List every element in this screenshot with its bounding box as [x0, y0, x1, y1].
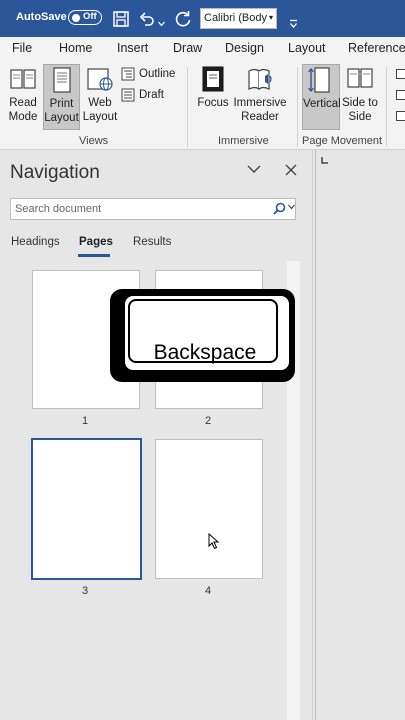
redo-icon[interactable]: [174, 9, 192, 29]
focus-button[interactable]: Focus: [196, 65, 230, 110]
tab-references[interactable]: References: [348, 41, 405, 55]
save-icon[interactable]: [113, 9, 129, 29]
ribbon-view: Read Mode Print Layout Web Layout Outlin…: [0, 61, 405, 150]
search-input[interactable]: [15, 201, 265, 217]
vertical-icon: [308, 67, 330, 93]
show-checkbox[interactable]: [396, 90, 405, 100]
search-icon[interactable]: [273, 202, 286, 215]
key-face: Backspace: [128, 299, 278, 364]
tab-stop-icon[interactable]: [320, 156, 329, 165]
draft-label: Draft: [139, 89, 164, 102]
customize-toolbar-icon[interactable]: [289, 14, 298, 34]
tab-results[interactable]: Results: [133, 236, 171, 248]
immersive-group-label: Immersive: [218, 135, 269, 147]
vertical-label: Vertical: [303, 98, 341, 110]
views-group-label: Views: [79, 135, 109, 147]
web-layout-icon: [87, 68, 113, 91]
undo-icon[interactable]: [139, 9, 155, 29]
print-layout-button[interactable]: Print Layout: [43, 64, 80, 130]
font-name-box[interactable]: Calibri (Body ▾: [200, 8, 277, 29]
tab-draw[interactable]: Draw: [173, 41, 202, 55]
draft-button[interactable]: Draft: [121, 88, 164, 104]
navigation-pane: Navigation Headings Pages Results 1 2 3 …: [0, 150, 312, 720]
vertical-button[interactable]: Vertical: [302, 64, 341, 130]
immersive-reader-button[interactable]: Immersive Reader: [233, 65, 287, 124]
read-mode-icon: [10, 69, 36, 89]
page-edge: [315, 150, 316, 720]
close-icon[interactable]: [285, 164, 297, 176]
outline-button[interactable]: Outline: [121, 67, 175, 83]
page-number: 4: [204, 585, 212, 597]
tab-home[interactable]: Home: [59, 41, 92, 55]
immersive-reader-icon: [248, 68, 272, 91]
read-mode-label: Read Mode: [8, 97, 38, 123]
tab-design[interactable]: Design: [225, 41, 264, 55]
page-number: 3: [81, 585, 89, 597]
focus-icon: [202, 66, 224, 92]
autosave-label: AutoSave: [16, 11, 67, 23]
ribbon-tabs: File Home Insert Draw Design Layout Refe…: [0, 37, 405, 61]
key-cap: Backspace: [123, 294, 291, 372]
side-to-side-button[interactable]: Side to Side: [342, 65, 378, 124]
document-area[interactable]: [312, 150, 405, 720]
search-box[interactable]: [10, 198, 296, 220]
autosave-toggle[interactable]: Off: [68, 10, 102, 25]
print-layout-label: Print Layout: [44, 98, 79, 124]
autosave-state: Off: [83, 11, 97, 22]
page-number: 1: [81, 415, 89, 427]
group-divider: [187, 67, 188, 147]
page-thumbnail[interactable]: [155, 439, 263, 579]
key-label: Backspace: [153, 341, 257, 364]
group-divider: [386, 67, 387, 147]
web-layout-label: Web Layout: [82, 97, 118, 123]
undo-dropdown-icon[interactable]: [158, 14, 165, 34]
draft-icon: [121, 88, 135, 102]
mouse-cursor-icon: [208, 533, 220, 550]
print-layout-icon: [52, 67, 71, 93]
navigation-title: Navigation: [10, 162, 100, 183]
web-layout-button[interactable]: Web Layout: [82, 65, 118, 124]
side-to-side-icon: [347, 68, 373, 88]
keypress-overlay: Backspace: [110, 289, 295, 382]
page-movement-group-label: Page Movement: [302, 135, 383, 147]
outline-label: Outline: [139, 68, 176, 81]
tab-insert[interactable]: Insert: [117, 41, 148, 55]
side-to-side-label: Side to Side: [342, 97, 378, 123]
search-options-icon[interactable]: [288, 204, 295, 210]
show-checkbox[interactable]: [396, 69, 405, 79]
title-bar: AutoSave Off Calibri (Body ▾: [0, 0, 405, 37]
chevron-down-icon[interactable]: [247, 164, 261, 174]
tab-file[interactable]: File: [12, 41, 32, 55]
tab-layout[interactable]: Layout: [288, 41, 326, 55]
group-divider: [297, 67, 298, 147]
chevron-down-icon: ▾: [268, 13, 273, 22]
tab-headings[interactable]: Headings: [11, 236, 60, 248]
read-mode-button[interactable]: Read Mode: [4, 65, 42, 124]
outline-icon: [121, 67, 135, 81]
toggle-knob: [72, 13, 80, 22]
show-checkbox[interactable]: [396, 111, 405, 121]
active-tab-indicator: [78, 254, 110, 257]
immersive-reader-label: Immersive Reader: [233, 97, 287, 123]
focus-label: Focus: [197, 97, 229, 109]
page-number: 2: [204, 415, 212, 427]
tab-pages[interactable]: Pages: [79, 236, 113, 248]
page-thumbnail-selected[interactable]: [31, 438, 142, 580]
font-name-value: Calibri (Body: [204, 12, 267, 24]
